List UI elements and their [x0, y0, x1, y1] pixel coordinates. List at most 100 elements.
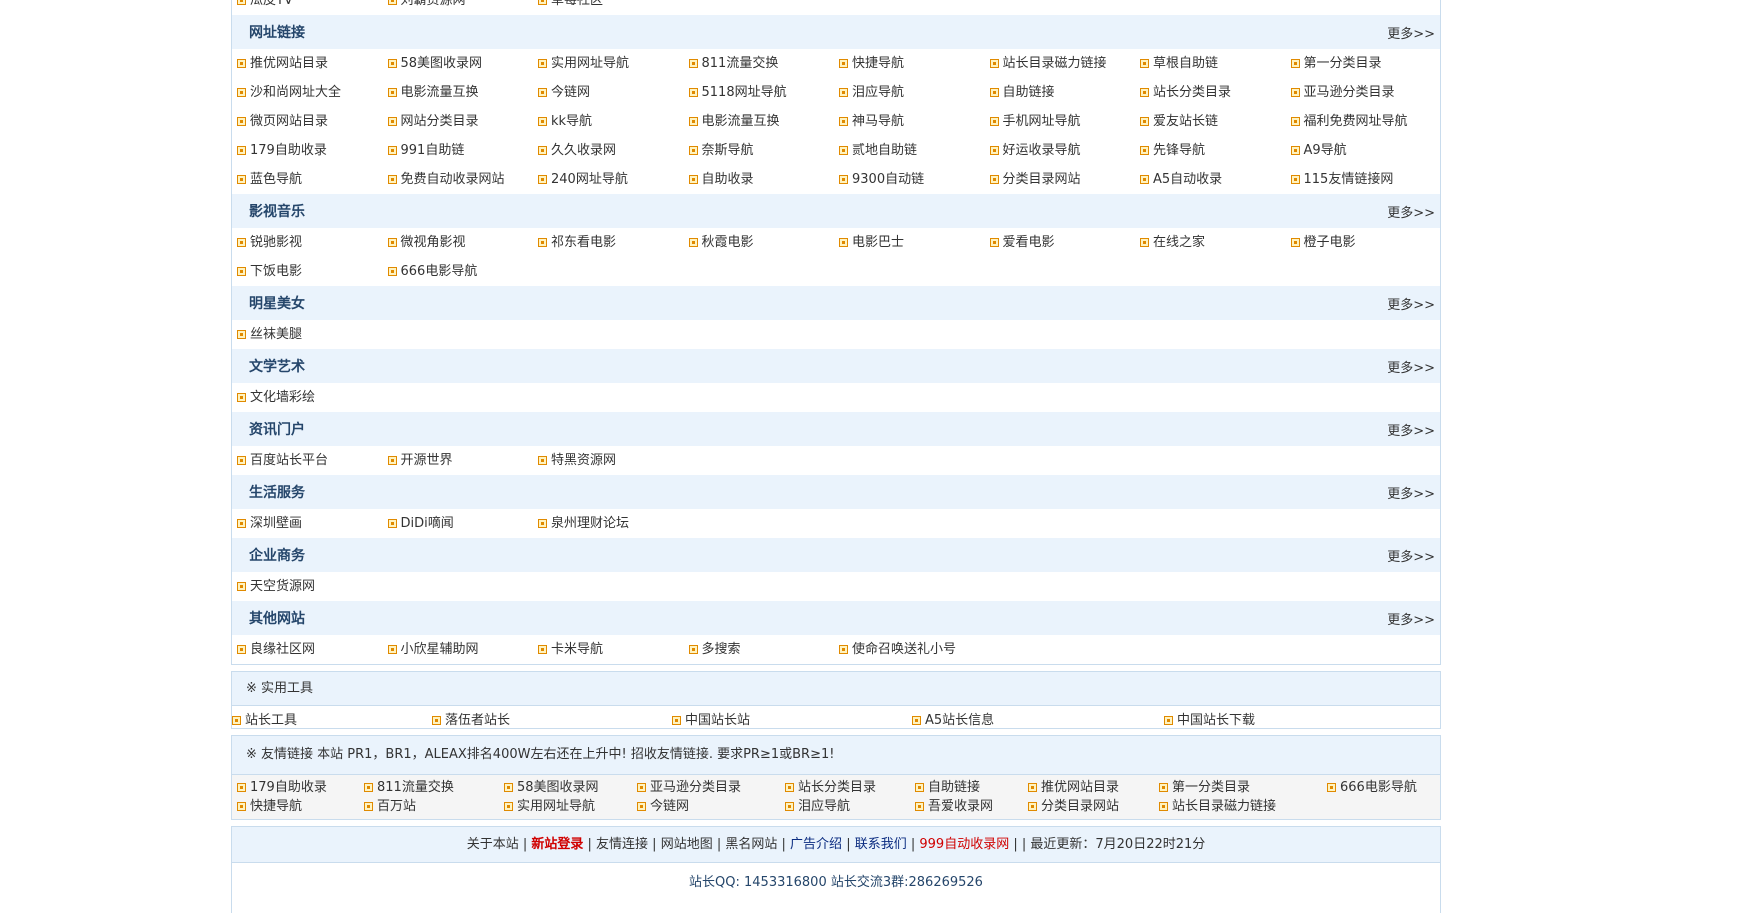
- site-link[interactable]: 好运收录导航: [989, 136, 1141, 165]
- site-link[interactable]: 小欣星辅助网: [387, 635, 539, 664]
- site-link[interactable]: 自助链接: [989, 78, 1141, 107]
- site-link[interactable]: 站长工具: [232, 706, 432, 735]
- more-link[interactable]: 更多>>: [1387, 609, 1435, 628]
- auto-collect-link[interactable]: 999自动收录网: [919, 837, 1009, 852]
- site-link[interactable]: 秋霞电影: [688, 228, 840, 257]
- site-link[interactable]: 落伍者站长: [432, 706, 672, 735]
- site-link[interactable]: 微页网站目录: [237, 107, 388, 136]
- site-link[interactable]: 百万站: [364, 797, 504, 816]
- more-link[interactable]: 更多>>: [1387, 357, 1435, 376]
- site-link[interactable]: 吾爱收录网: [915, 797, 1028, 816]
- site-link[interactable]: 开源世界: [387, 446, 539, 475]
- site-link[interactable]: 免费自动收录网站: [387, 165, 539, 194]
- site-link[interactable]: 240网址导航: [538, 165, 689, 194]
- site-link[interactable]: A5自动收录: [1140, 165, 1291, 194]
- site-link[interactable]: 特黑资源网: [538, 446, 689, 475]
- site-link[interactable]: 今链网: [538, 78, 689, 107]
- site-link[interactable]: 179自助收录: [237, 136, 388, 165]
- site-link[interactable]: 锐驰影视: [237, 228, 388, 257]
- more-link[interactable]: 更多>>: [1387, 420, 1435, 439]
- more-link[interactable]: 更多>>: [1387, 483, 1435, 502]
- site-link[interactable]: 蓝色导航: [237, 165, 388, 194]
- site-link[interactable]: 115友情链接网: [1290, 165, 1442, 194]
- site-link[interactable]: 神马导航: [839, 107, 990, 136]
- site-link[interactable]: 网站分类目录: [387, 107, 539, 136]
- site-link[interactable]: 快捷导航: [839, 49, 990, 78]
- site-link[interactable]: 祁东看电影: [538, 228, 689, 257]
- site-link[interactable]: 草莓社区: [538, 0, 689, 15]
- site-link[interactable]: 爱看电影: [989, 228, 1141, 257]
- contact-link[interactable]: 联系我们: [855, 837, 907, 852]
- site-link[interactable]: 文化墙彩绘: [237, 383, 388, 412]
- more-link[interactable]: 更多>>: [1387, 202, 1435, 221]
- site-link[interactable]: 泪应导航: [839, 78, 990, 107]
- site-link[interactable]: 站长分类目录: [785, 778, 915, 797]
- site-link[interactable]: 811流量交换: [688, 49, 840, 78]
- site-link[interactable]: 使命召唤送礼小号: [839, 635, 990, 664]
- site-link[interactable]: 推优网站目录: [1028, 778, 1159, 797]
- site-link[interactable]: 沙和尚网址大全: [237, 78, 388, 107]
- site-link[interactable]: 自助收录: [688, 165, 840, 194]
- site-link[interactable]: DiDi嘀闻: [387, 509, 539, 538]
- friend-links-link[interactable]: 友情连接: [596, 837, 648, 852]
- site-link[interactable]: 泪应导航: [785, 797, 915, 816]
- more-link[interactable]: 更多>>: [1387, 294, 1435, 313]
- site-link[interactable]: 草根自助链: [1140, 49, 1291, 78]
- site-link[interactable]: 手机网址导航: [989, 107, 1141, 136]
- site-link[interactable]: 天空货源网: [237, 572, 388, 601]
- site-link[interactable]: 奈斯导航: [688, 136, 840, 165]
- site-link[interactable]: 分类目录网站: [989, 165, 1141, 194]
- site-link[interactable]: 久久收录网: [538, 136, 689, 165]
- site-link[interactable]: 贰地自助链: [839, 136, 990, 165]
- site-link[interactable]: 橙子电影: [1290, 228, 1442, 257]
- site-link[interactable]: 刘霸资源网: [387, 0, 539, 15]
- site-link[interactable]: A9导航: [1290, 136, 1442, 165]
- site-link[interactable]: 在线之家: [1140, 228, 1291, 257]
- site-link[interactable]: 666电影导航: [387, 257, 539, 286]
- site-link[interactable]: 卡米导航: [538, 635, 689, 664]
- site-link[interactable]: 实用网址导航: [504, 797, 637, 816]
- sitemap-link[interactable]: 网站地图: [661, 837, 713, 852]
- site-link[interactable]: 亚马逊分类目录: [1290, 78, 1442, 107]
- site-link[interactable]: 58美图收录网: [387, 49, 539, 78]
- site-link[interactable]: 站长目录磁力链接: [1159, 797, 1327, 816]
- site-link[interactable]: 瓜皮TV: [237, 0, 388, 15]
- site-link[interactable]: 站长分类目录: [1140, 78, 1291, 107]
- site-link[interactable]: kk导航: [538, 107, 689, 136]
- site-link[interactable]: 良缘社区网: [237, 635, 388, 664]
- site-link[interactable]: 福利免费网址导航: [1290, 107, 1442, 136]
- site-link[interactable]: 深圳壁画: [237, 509, 388, 538]
- site-link[interactable]: 电影流量互换: [387, 78, 539, 107]
- site-link[interactable]: 微视角影视: [387, 228, 539, 257]
- site-link[interactable]: 电影流量互换: [688, 107, 840, 136]
- site-link[interactable]: 811流量交换: [364, 778, 504, 797]
- site-link[interactable]: 5118网址导航: [688, 78, 840, 107]
- more-link[interactable]: 更多>>: [1387, 546, 1435, 565]
- site-link[interactable]: 自助链接: [915, 778, 1028, 797]
- more-link[interactable]: 更多>>: [1387, 23, 1435, 42]
- ads-link[interactable]: 广告介绍: [790, 837, 842, 852]
- site-link[interactable]: 分类目录网站: [1028, 797, 1159, 816]
- site-link[interactable]: 爱友站长链: [1140, 107, 1291, 136]
- site-link[interactable]: 电影巴士: [839, 228, 990, 257]
- site-link[interactable]: 今链网: [637, 797, 785, 816]
- site-link[interactable]: 快捷导航: [237, 797, 364, 816]
- site-link[interactable]: 丝袜美腿: [237, 320, 388, 349]
- site-link[interactable]: 第一分类目录: [1290, 49, 1442, 78]
- site-link[interactable]: 下饭电影: [237, 257, 388, 286]
- site-link[interactable]: A5站长信息: [912, 706, 1164, 735]
- site-link[interactable]: 百度站长平台: [237, 446, 388, 475]
- new-site-login-link[interactable]: 新站登录: [531, 837, 583, 852]
- site-link[interactable]: 179自助收录: [237, 778, 364, 797]
- site-link[interactable]: 亚马逊分类目录: [637, 778, 785, 797]
- site-link[interactable]: 中国站长下载: [1164, 706, 1414, 735]
- site-link[interactable]: 先锋导航: [1140, 136, 1291, 165]
- site-link[interactable]: 泉州理财论坛: [538, 509, 689, 538]
- site-link[interactable]: 58美图收录网: [504, 778, 637, 797]
- site-link[interactable]: 991自助链: [387, 136, 539, 165]
- site-link[interactable]: 666电影导航: [1327, 778, 1457, 797]
- blacklist-link[interactable]: 黑名网站: [725, 837, 777, 852]
- site-link[interactable]: 实用网址导航: [538, 49, 689, 78]
- site-link[interactable]: 多搜索: [688, 635, 840, 664]
- site-link[interactable]: 9300自动链: [839, 165, 990, 194]
